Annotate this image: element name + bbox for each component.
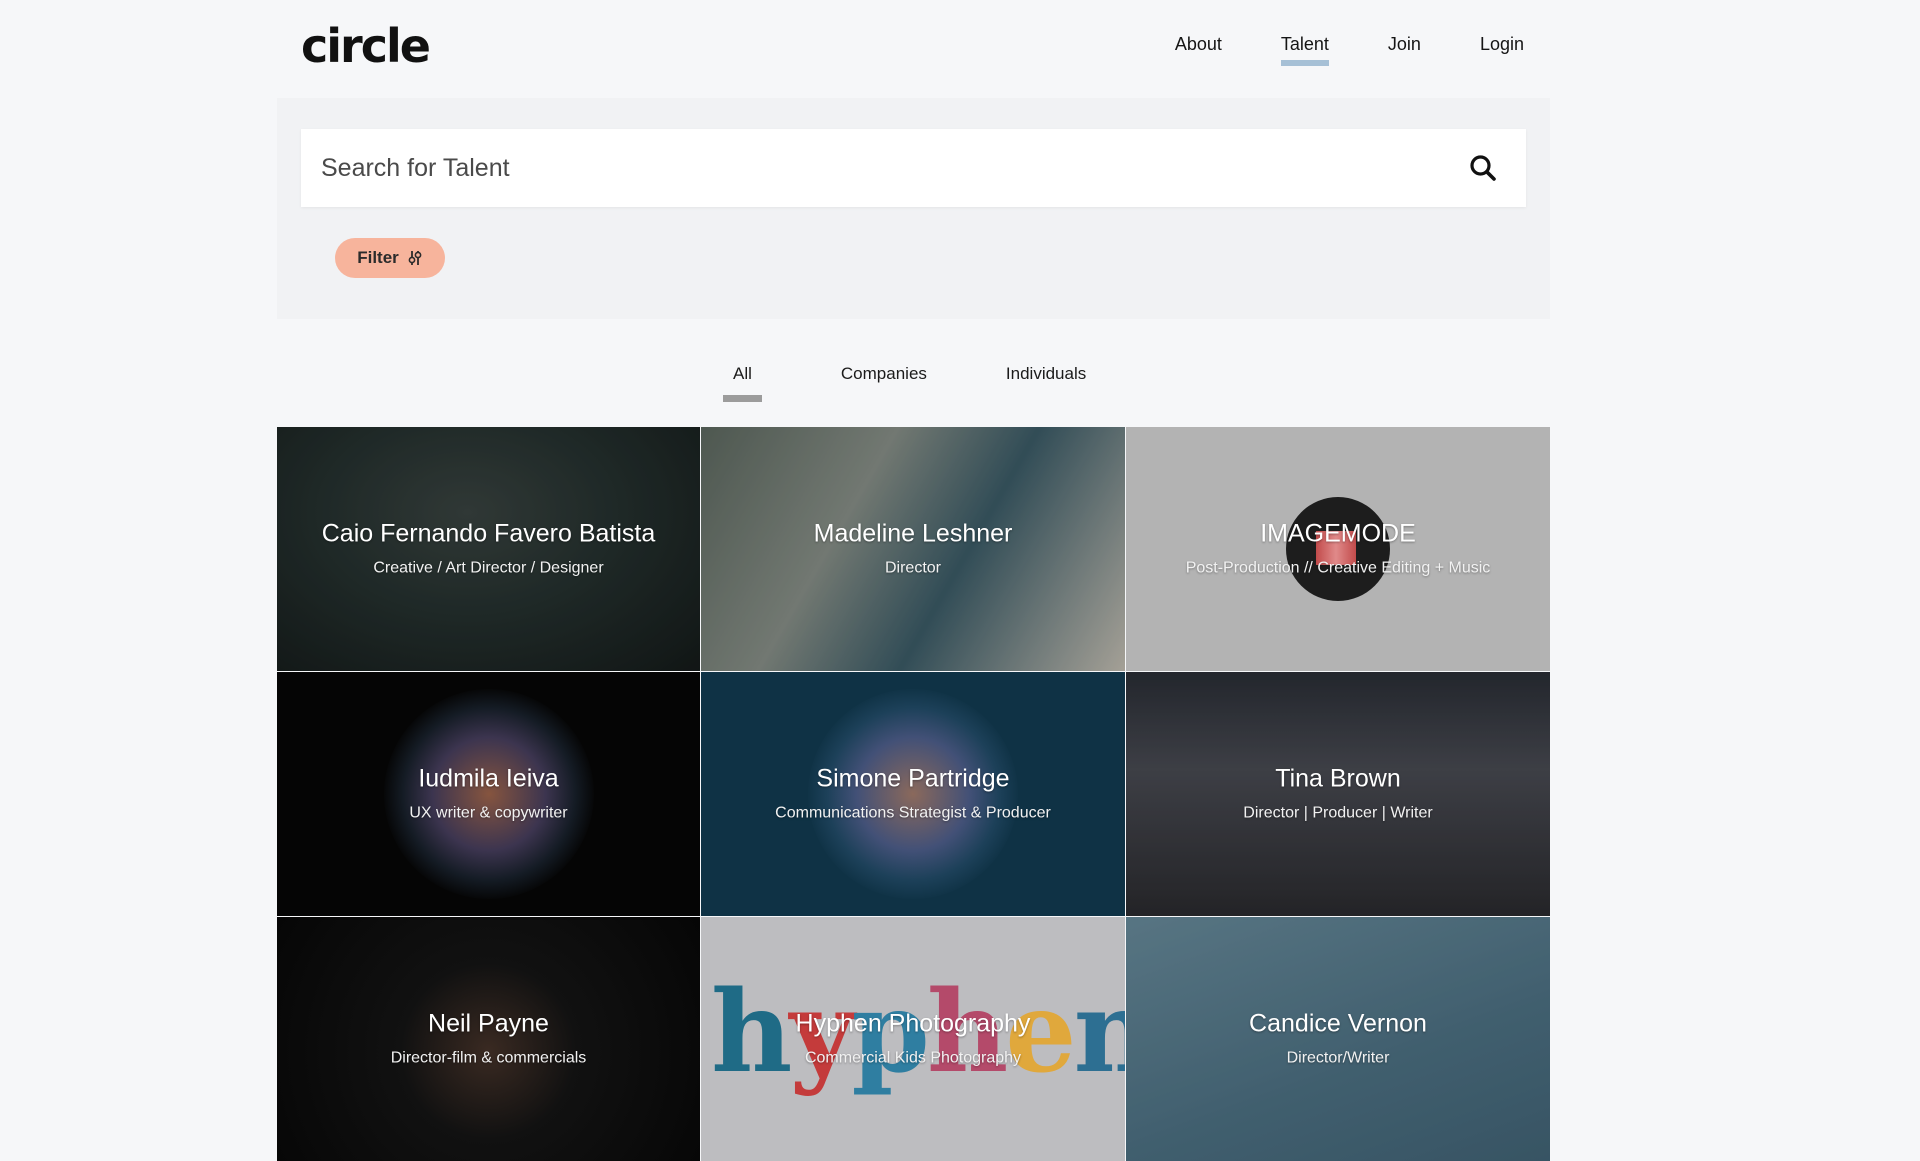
talent-card[interactable]: hyphen Hyphen Photography Commercial Kid… <box>701 917 1125 1161</box>
card-role: Director-film & commercials <box>390 1049 587 1067</box>
card-role: Commercial Kids Photography <box>804 1049 1022 1067</box>
sliders-icon <box>408 251 422 265</box>
nav-about[interactable]: About <box>1175 30 1222 64</box>
card-role: Director/Writer <box>1286 1049 1390 1067</box>
filter-button[interactable]: Filter <box>335 238 445 278</box>
talent-card[interactable]: IMAGEMODE Post-Production // Creative Ed… <box>1126 427 1550 671</box>
talent-type-tabs: All Companies Individuals <box>723 362 1086 402</box>
search-box <box>301 129 1526 207</box>
card-role: Director | Producer | Writer <box>1243 804 1433 822</box>
tab-individuals[interactable]: Individuals <box>1006 362 1086 386</box>
card-name: Madeline Leshner <box>813 519 1013 548</box>
tab-all[interactable]: All <box>723 362 762 402</box>
card-role: UX writer & copywriter <box>409 804 568 822</box>
card-role: Post-Production // Creative Editing + Mu… <box>1185 559 1491 577</box>
circle-logo[interactable]: circle <box>301 18 431 74</box>
nav-join[interactable]: Join <box>1388 30 1421 64</box>
card-role: Communications Strategist & Producer <box>775 804 1051 822</box>
card-role: Director <box>884 559 941 577</box>
talent-card[interactable]: Tina Brown Director | Producer | Writer <box>1126 672 1550 916</box>
card-name: Caio Fernando Favero Batista <box>321 519 656 548</box>
nav-login[interactable]: Login <box>1480 30 1524 64</box>
tab-companies[interactable]: Companies <box>841 362 927 386</box>
card-name: Iudmila Ieiva <box>418 764 559 793</box>
card-name: Simone Partridge <box>816 764 1010 793</box>
search-panel: Filter <box>277 98 1550 319</box>
search-button[interactable] <box>1468 153 1498 183</box>
search-icon <box>1470 155 1496 181</box>
talent-search-input[interactable] <box>301 129 1441 207</box>
talent-card[interactable]: Neil Payne Director-film & commercials <box>277 917 700 1161</box>
card-name: IMAGEMODE <box>1260 519 1416 548</box>
main-nav: About Talent Join Login <box>1175 30 1524 66</box>
card-name: Candice Vernon <box>1249 1009 1427 1038</box>
card-name: Tina Brown <box>1275 764 1401 793</box>
talent-card[interactable]: Madeline Leshner Director <box>701 427 1125 671</box>
talent-card[interactable]: Candice Vernon Director/Writer <box>1126 917 1550 1161</box>
site-header: circle About Talent Join Login <box>0 0 1920 96</box>
talent-card[interactable]: Simone Partridge Communications Strategi… <box>701 672 1125 916</box>
talent-grid: Caio Fernando Favero Batista Creative / … <box>277 427 1550 1161</box>
card-role: Creative / Art Director / Designer <box>373 559 604 577</box>
card-name: Neil Payne <box>428 1009 549 1038</box>
talent-card[interactable]: Iudmila Ieiva UX writer & copywriter <box>277 672 700 916</box>
card-name: Hyphen Photography <box>795 1009 1031 1038</box>
nav-talent[interactable]: Talent <box>1280 30 1329 66</box>
filter-label: Filter <box>357 248 399 267</box>
talent-card[interactable]: Caio Fernando Favero Batista Creative / … <box>277 427 700 671</box>
